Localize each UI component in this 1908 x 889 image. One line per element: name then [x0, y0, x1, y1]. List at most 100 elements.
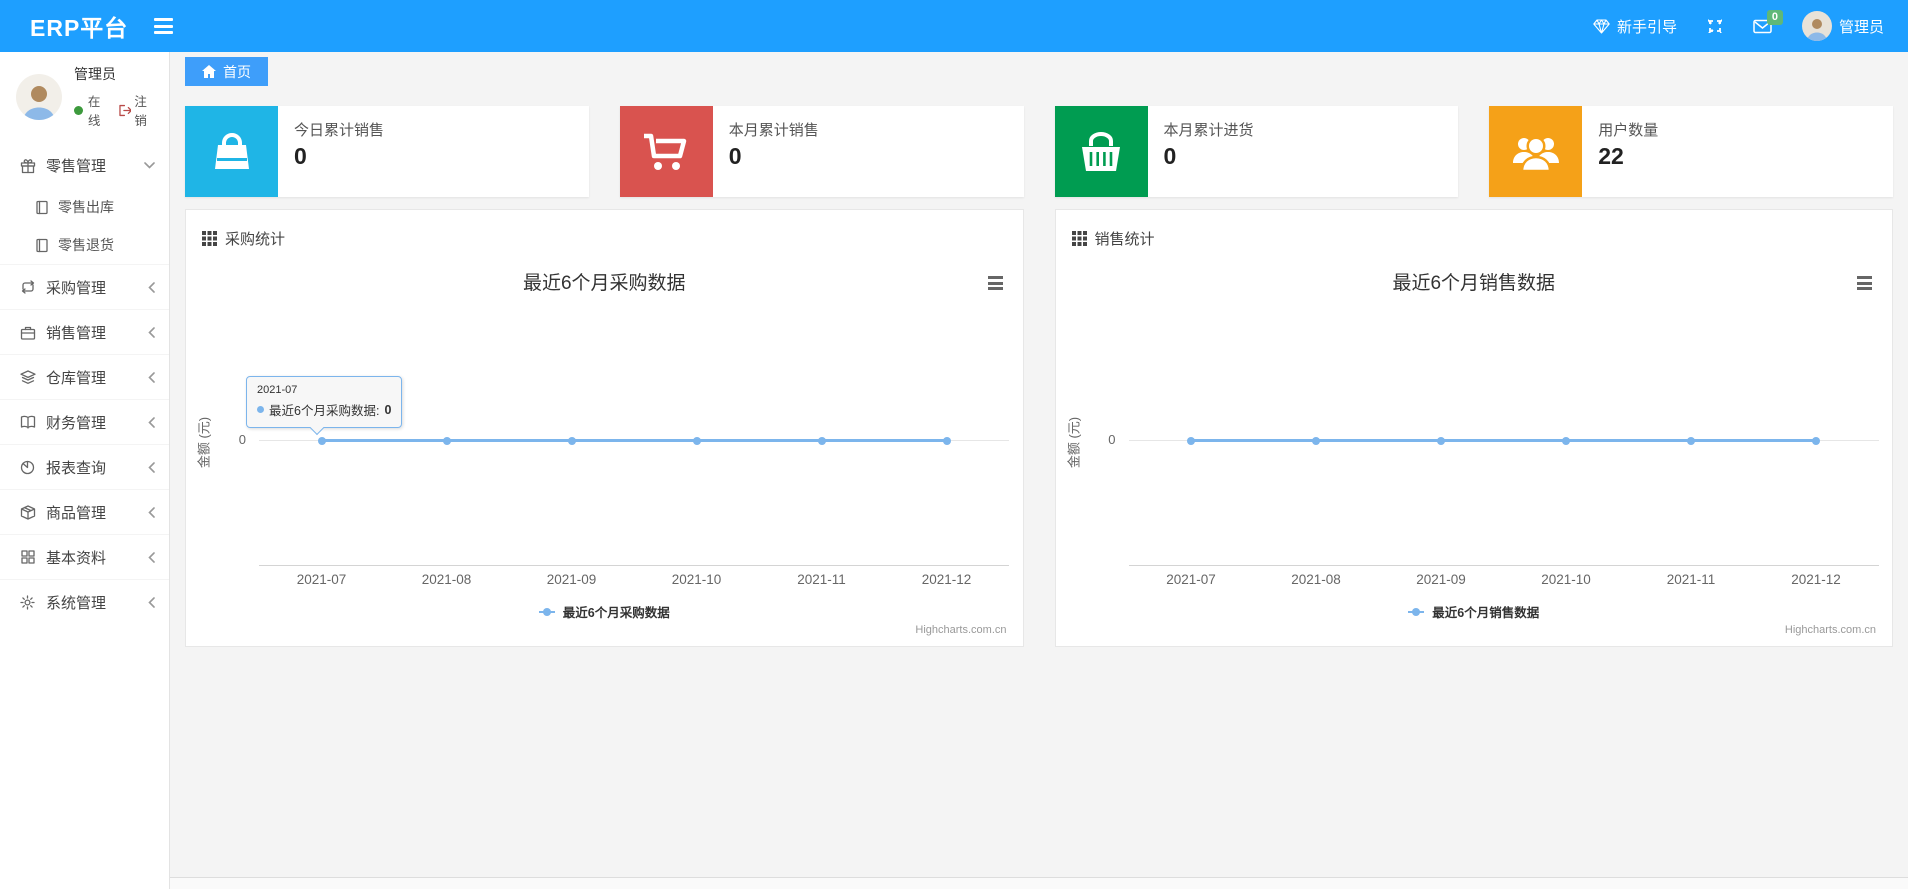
legend-marker	[538, 607, 555, 616]
sidebar-item-retail[interactable]: 零售管理	[0, 143, 169, 188]
stat-label: 今日累计销售	[294, 122, 385, 139]
data-point-marker[interactable]	[1437, 436, 1445, 445]
data-point-marker[interactable]	[1562, 436, 1570, 445]
stat-label: 用户数量	[1598, 122, 1659, 139]
panel-title: 采购统计	[225, 231, 286, 248]
guide-button[interactable]: 新手引导	[1593, 16, 1677, 37]
sidebar-item-finance[interactable]: 财务管理	[0, 399, 169, 444]
data-point-marker[interactable]	[692, 436, 701, 445]
sidebar-menu: 零售管理 零售出库 零售退货 采购管理 销售管理 仓库管理 财务管理 报表查询 …	[0, 143, 169, 624]
gift-icon	[19, 158, 36, 174]
x-axis-label: 2021-12	[921, 572, 972, 587]
gear-icon	[19, 594, 36, 610]
grid-icon	[19, 550, 36, 564]
th-grid-icon	[202, 231, 217, 246]
navbar-user-name: 管理员	[1838, 18, 1884, 36]
chart-legend[interactable]: 最近6个月销售数据	[1056, 602, 1893, 621]
x-axis-label: 2021-11	[797, 572, 846, 587]
chevron-left-icon	[148, 416, 155, 428]
app-title: ERP平台	[30, 15, 129, 41]
file-icon	[33, 238, 50, 253]
x-axis-label: 2021-11	[1666, 572, 1716, 587]
sidebar-toggle-icon[interactable]	[154, 18, 174, 34]
messages-button[interactable]: 0	[1753, 9, 1783, 34]
fullscreen-icon	[1707, 18, 1723, 34]
chart-context-menu-icon[interactable]	[987, 276, 1003, 290]
sidebar-item-retail-return[interactable]: 零售退货	[0, 226, 169, 264]
logout-link[interactable]: 注销	[118, 91, 159, 129]
stat-card-month-sales[interactable]: 本月累计销售 0	[619, 106, 1024, 197]
x-axis-label: 2021-10	[1541, 572, 1591, 587]
sidebar-item-basic-data[interactable]: 基本资料	[0, 534, 169, 579]
data-point-marker[interactable]	[567, 436, 576, 445]
user-menu[interactable]: 管理员	[1801, 11, 1884, 41]
sync-icon	[19, 280, 36, 294]
data-point-marker[interactable]	[817, 436, 826, 445]
tab-home-label: 首页	[223, 63, 251, 80]
tooltip-arrow	[309, 420, 325, 436]
sidebar-submenu-retail: 零售出库 零售退货	[0, 188, 169, 264]
ledger-icon	[19, 415, 36, 429]
stat-label: 本月累计进货	[1163, 122, 1254, 139]
y-axis-tick: 0	[238, 432, 246, 447]
sidebar-item-purchase[interactable]: 采购管理	[0, 264, 169, 309]
x-axis-label: 2021-09	[546, 572, 597, 587]
basket-icon	[1054, 106, 1148, 197]
online-status-dot	[74, 105, 83, 115]
sidebar-item-system[interactable]: 系统管理	[0, 579, 169, 624]
x-axis-label: 2021-08	[421, 572, 472, 587]
legend-label: 最近6个月采购数据	[562, 606, 670, 620]
chart-legend[interactable]: 最近6个月采购数据	[186, 602, 1023, 621]
panel-title: 销售统计	[1094, 231, 1155, 248]
chevron-left-icon	[148, 371, 155, 383]
sidebar-item-goods[interactable]: 商品管理	[0, 489, 169, 534]
footer-strip	[170, 877, 1908, 889]
x-axis-label: 2021-08	[1291, 572, 1341, 587]
data-point-marker[interactable]	[1812, 436, 1820, 445]
data-point-marker[interactable]	[317, 436, 326, 445]
message-count-badge: 0	[1766, 9, 1783, 25]
bag-icon	[185, 106, 278, 197]
briefcase-icon	[19, 325, 36, 340]
series-line	[1191, 439, 1816, 442]
sidebar-item-retail-outbound[interactable]: 零售出库	[0, 188, 169, 226]
sidebar-item-warehouse[interactable]: 仓库管理	[0, 354, 169, 399]
data-point-marker[interactable]	[942, 436, 951, 445]
stat-card-today-sales[interactable]: 今日累计销售 0	[185, 106, 589, 197]
sidebar-user-avatar	[16, 73, 62, 120]
th-grid-icon	[1071, 231, 1087, 246]
highcharts-credits[interactable]: Highcharts.com.cn	[915, 624, 1006, 636]
chevron-left-icon	[148, 326, 155, 338]
tab-home[interactable]: 首页	[185, 57, 268, 86]
users-icon	[1489, 106, 1583, 197]
data-point-marker[interactable]	[1187, 436, 1195, 445]
chevron-down-icon	[144, 162, 155, 169]
highcharts-credits[interactable]: Highcharts.com.cn	[1785, 624, 1876, 636]
stat-card-month-purchase[interactable]: 本月累计进货 0	[1054, 106, 1459, 197]
fullscreen-button[interactable]	[1707, 18, 1723, 34]
chart-context-menu-icon[interactable]	[1857, 276, 1872, 290]
x-axis-label: 2021-10	[671, 572, 722, 587]
tooltip-series-label: 最近6个月采购数据:	[269, 404, 380, 418]
stat-value: 0	[1163, 143, 1177, 169]
x-axis-label: 2021-07	[1166, 572, 1216, 587]
sales-chart: 最近6个月销售数据 金额 (元) 0 2021-07 2021-08 2021-09…	[1056, 254, 1893, 646]
data-point-marker[interactable]	[1312, 436, 1320, 445]
stat-card-user-count[interactable]: 用户数量 22	[1489, 106, 1893, 197]
stat-label: 本月累计销售	[728, 122, 819, 139]
stat-value: 0	[728, 143, 742, 169]
file-icon	[33, 200, 50, 215]
main-content: 首页 今日累计销售 0 本月累计销售 0 本月累计进货 0 用户数量 22 采购…	[170, 52, 1908, 889]
stat-value: 0	[294, 143, 307, 169]
chevron-left-icon	[148, 551, 155, 563]
y-axis-title: 金额 (元)	[196, 416, 212, 469]
y-axis-title: 金额 (元)	[1066, 416, 1081, 469]
data-point-marker[interactable]	[1687, 436, 1695, 445]
data-point-marker[interactable]	[442, 436, 451, 445]
top-navbar: ERP平台 新手引导 0 管理员	[0, 0, 1908, 52]
chart-tooltip: 2021-07 最近6个月采购数据: 0	[246, 376, 403, 436]
sidebar-item-sales[interactable]: 销售管理	[0, 309, 169, 354]
sidebar-item-reports[interactable]: 报表查询	[0, 444, 169, 489]
box-icon	[19, 504, 36, 520]
x-axis-line	[259, 565, 1009, 566]
